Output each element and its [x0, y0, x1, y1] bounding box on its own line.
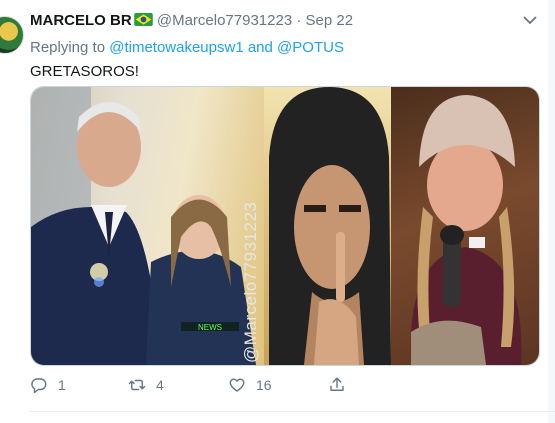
- collage-photo-3: [410, 95, 522, 365]
- share-button[interactable]: [328, 376, 356, 394]
- author-handle[interactable]: @Marcelo77931223: [157, 12, 292, 29]
- chevron-down-icon[interactable]: [522, 14, 538, 26]
- media-watermark: @Marcelo77931223: [241, 201, 260, 363]
- tweet-date[interactable]: Sep 22: [306, 12, 354, 29]
- tweet-media[interactable]: NEWS @Marcelo77931223: [30, 86, 540, 366]
- share-icon: [330, 377, 344, 391]
- replying-to: Replying to @timetowakeupsw1 and @POTUS: [30, 39, 344, 56]
- tweet-divider: [30, 411, 555, 412]
- retweet-count: 4: [156, 377, 164, 393]
- replying-prefix: Replying to: [30, 39, 110, 56]
- reply-user-link[interactable]: @POTUS: [277, 39, 344, 56]
- retweet-button[interactable]: 4: [128, 376, 164, 394]
- collage-photo-1: NEWS: [31, 87, 256, 365]
- like-count: 16: [256, 377, 272, 393]
- collage-photo-2: [269, 87, 391, 365]
- reply-icon: [31, 378, 47, 394]
- brazil-flag-icon: [133, 13, 153, 26]
- like-button[interactable]: 16: [228, 376, 272, 394]
- media-badge: NEWS: [198, 323, 222, 332]
- author-name[interactable]: MARCELO BR: [30, 12, 132, 29]
- retweet-icon: [128, 379, 146, 391]
- tweet-actions: 1 4 16: [30, 376, 530, 402]
- separator-dot: ·: [296, 12, 302, 29]
- reply-button[interactable]: 1: [30, 376, 66, 394]
- tweet-header: MARCELO BR @Marcelo77931223 · Sep 22: [30, 12, 353, 29]
- tweet-text: GRETASOROS!: [30, 63, 139, 80]
- reply-count: 1: [58, 377, 66, 393]
- like-icon: [229, 378, 245, 392]
- reply-join: and: [243, 39, 278, 56]
- media-panel-right: [391, 87, 539, 365]
- media-panel-left: NEWS: [31, 87, 264, 365]
- reply-user-link[interactable]: @timetowakeupsw1: [109, 39, 243, 56]
- page-scrollbar[interactable]: [548, 0, 555, 423]
- media-panel-middle: [264, 87, 391, 365]
- avatar[interactable]: [0, 16, 24, 54]
